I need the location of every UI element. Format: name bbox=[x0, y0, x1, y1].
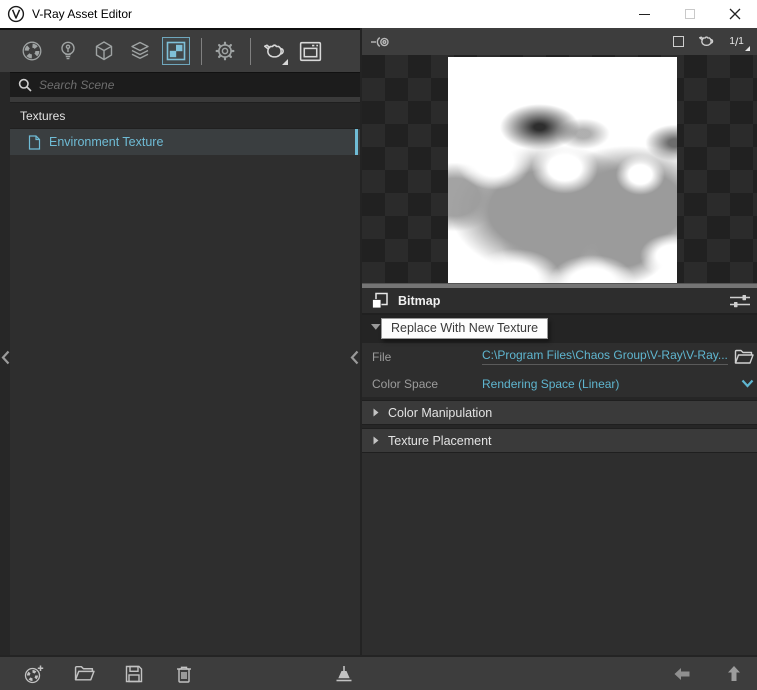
texture-preview-image bbox=[448, 57, 677, 283]
delete-button[interactable] bbox=[173, 663, 195, 685]
preview-checker-area bbox=[362, 55, 757, 283]
preview-render-button[interactable] bbox=[697, 32, 716, 51]
live-preview-button[interactable] bbox=[370, 33, 392, 51]
layers-icon bbox=[128, 39, 152, 63]
slot-dropdown-icon[interactable] bbox=[371, 324, 381, 330]
vray-asset-editor-window: V-Ray Asset Editor bbox=[0, 0, 757, 690]
back-button[interactable] bbox=[671, 663, 693, 685]
render-dropdown-icon bbox=[282, 59, 288, 65]
group-label: Textures bbox=[20, 109, 65, 123]
toolbar-divider bbox=[250, 38, 251, 65]
chevron-down-icon bbox=[741, 379, 754, 388]
collapse-properties-chevron[interactable] bbox=[350, 350, 359, 365]
frame-denominator: 1 bbox=[738, 36, 744, 47]
textures-tab[interactable] bbox=[162, 37, 190, 65]
up-arrow-icon bbox=[727, 665, 741, 682]
materials-icon bbox=[20, 39, 44, 63]
purge-button[interactable] bbox=[333, 663, 355, 685]
list-item-environment-texture[interactable]: Environment Texture bbox=[10, 129, 360, 155]
file-field-row: File C:\Program Files\Chaos Group\V-Ray\… bbox=[362, 343, 757, 370]
maximize-button[interactable] bbox=[667, 0, 712, 28]
layers-tab[interactable] bbox=[126, 37, 154, 65]
properties-title: Bitmap bbox=[398, 294, 440, 308]
bitmap-icon bbox=[370, 291, 390, 311]
bitmap-header: Bitmap bbox=[362, 288, 757, 315]
collapse-left-panel-chevron[interactable] bbox=[1, 350, 10, 365]
texture-slot-row: Replace With New Texture bbox=[362, 315, 757, 343]
add-asset-icon bbox=[23, 663, 45, 685]
save-icon bbox=[124, 664, 144, 684]
swatch-square-icon bbox=[673, 36, 684, 47]
properties-empty-area bbox=[362, 453, 757, 655]
live-preview-icon bbox=[370, 33, 392, 51]
ratio-dropdown-icon bbox=[745, 46, 750, 51]
window-title: V-Ray Asset Editor bbox=[32, 7, 132, 21]
expand-arrow-icon bbox=[373, 408, 379, 417]
browse-file-button[interactable] bbox=[734, 349, 754, 365]
open-folder-icon bbox=[74, 665, 95, 682]
minimize-icon bbox=[639, 14, 650, 15]
texture-file-icon bbox=[28, 135, 41, 150]
vray-logo-icon bbox=[7, 5, 25, 23]
toolbar-divider bbox=[201, 38, 202, 65]
section-label: Color Manipulation bbox=[388, 406, 492, 420]
save-button[interactable] bbox=[123, 663, 145, 685]
textures-icon bbox=[164, 39, 188, 63]
up-button[interactable] bbox=[723, 663, 745, 685]
settings-button[interactable] bbox=[211, 37, 239, 65]
section-color-manipulation[interactable]: Color Manipulation bbox=[362, 400, 757, 425]
delete-icon bbox=[174, 664, 194, 684]
frame-ratio-button[interactable]: 1/1 bbox=[729, 35, 749, 49]
file-label: File bbox=[362, 350, 482, 364]
search-icon bbox=[18, 78, 32, 92]
lights-tab[interactable] bbox=[54, 37, 82, 65]
properties-panel: 1/1 Bitmap bbox=[360, 28, 757, 655]
color-space-dropdown-button[interactable] bbox=[741, 379, 754, 388]
geometry-icon bbox=[92, 39, 116, 63]
add-asset-button[interactable] bbox=[23, 663, 45, 685]
geometry-tab[interactable] bbox=[90, 37, 118, 65]
settings-gear-icon bbox=[213, 39, 237, 63]
close-icon bbox=[729, 8, 741, 20]
section-label: Texture Placement bbox=[388, 434, 492, 448]
minimize-button[interactable] bbox=[622, 0, 667, 28]
file-path-value[interactable]: C:\Program Files\Chaos Group\V-Ray\V-Ray… bbox=[482, 348, 728, 365]
titlebar: V-Ray Asset Editor bbox=[0, 0, 757, 28]
section-texture-placement[interactable]: Texture Placement bbox=[362, 428, 757, 453]
maximize-icon bbox=[685, 9, 695, 19]
list-item-label: Environment Texture bbox=[49, 135, 163, 149]
search-bar bbox=[10, 72, 360, 97]
render-button[interactable] bbox=[260, 37, 288, 65]
preview-swatch-button[interactable] bbox=[673, 36, 684, 47]
preview-toolbar: 1/1 bbox=[362, 28, 757, 55]
render-teapot-icon bbox=[697, 32, 716, 51]
sliders-icon[interactable] bbox=[729, 293, 751, 309]
frame-buffer-button[interactable] bbox=[296, 37, 324, 65]
open-folder-icon bbox=[734, 349, 754, 365]
color-space-label: Color Space bbox=[362, 377, 482, 391]
open-file-button[interactable] bbox=[73, 663, 95, 685]
tooltip: Replace With New Texture bbox=[381, 318, 548, 339]
color-space-row: Color Space Rendering Space (Linear) bbox=[362, 370, 757, 397]
expand-arrow-icon bbox=[373, 436, 379, 445]
category-toolbar bbox=[0, 28, 360, 72]
purge-broom-icon bbox=[333, 663, 355, 685]
frame-buffer-icon bbox=[297, 38, 324, 65]
search-input[interactable] bbox=[39, 78, 352, 92]
asset-panel: Textures Environment Texture bbox=[0, 28, 360, 655]
lights-icon bbox=[56, 39, 80, 63]
color-space-value[interactable]: Rendering Space (Linear) bbox=[482, 377, 741, 391]
materials-tab[interactable] bbox=[18, 37, 46, 65]
close-button[interactable] bbox=[712, 0, 757, 28]
bottom-toolbar bbox=[0, 655, 757, 690]
asset-list-empty-area bbox=[10, 155, 360, 655]
selection-indicator bbox=[355, 129, 358, 155]
textures-group-header: Textures bbox=[10, 103, 360, 129]
back-arrow-icon bbox=[673, 667, 691, 681]
